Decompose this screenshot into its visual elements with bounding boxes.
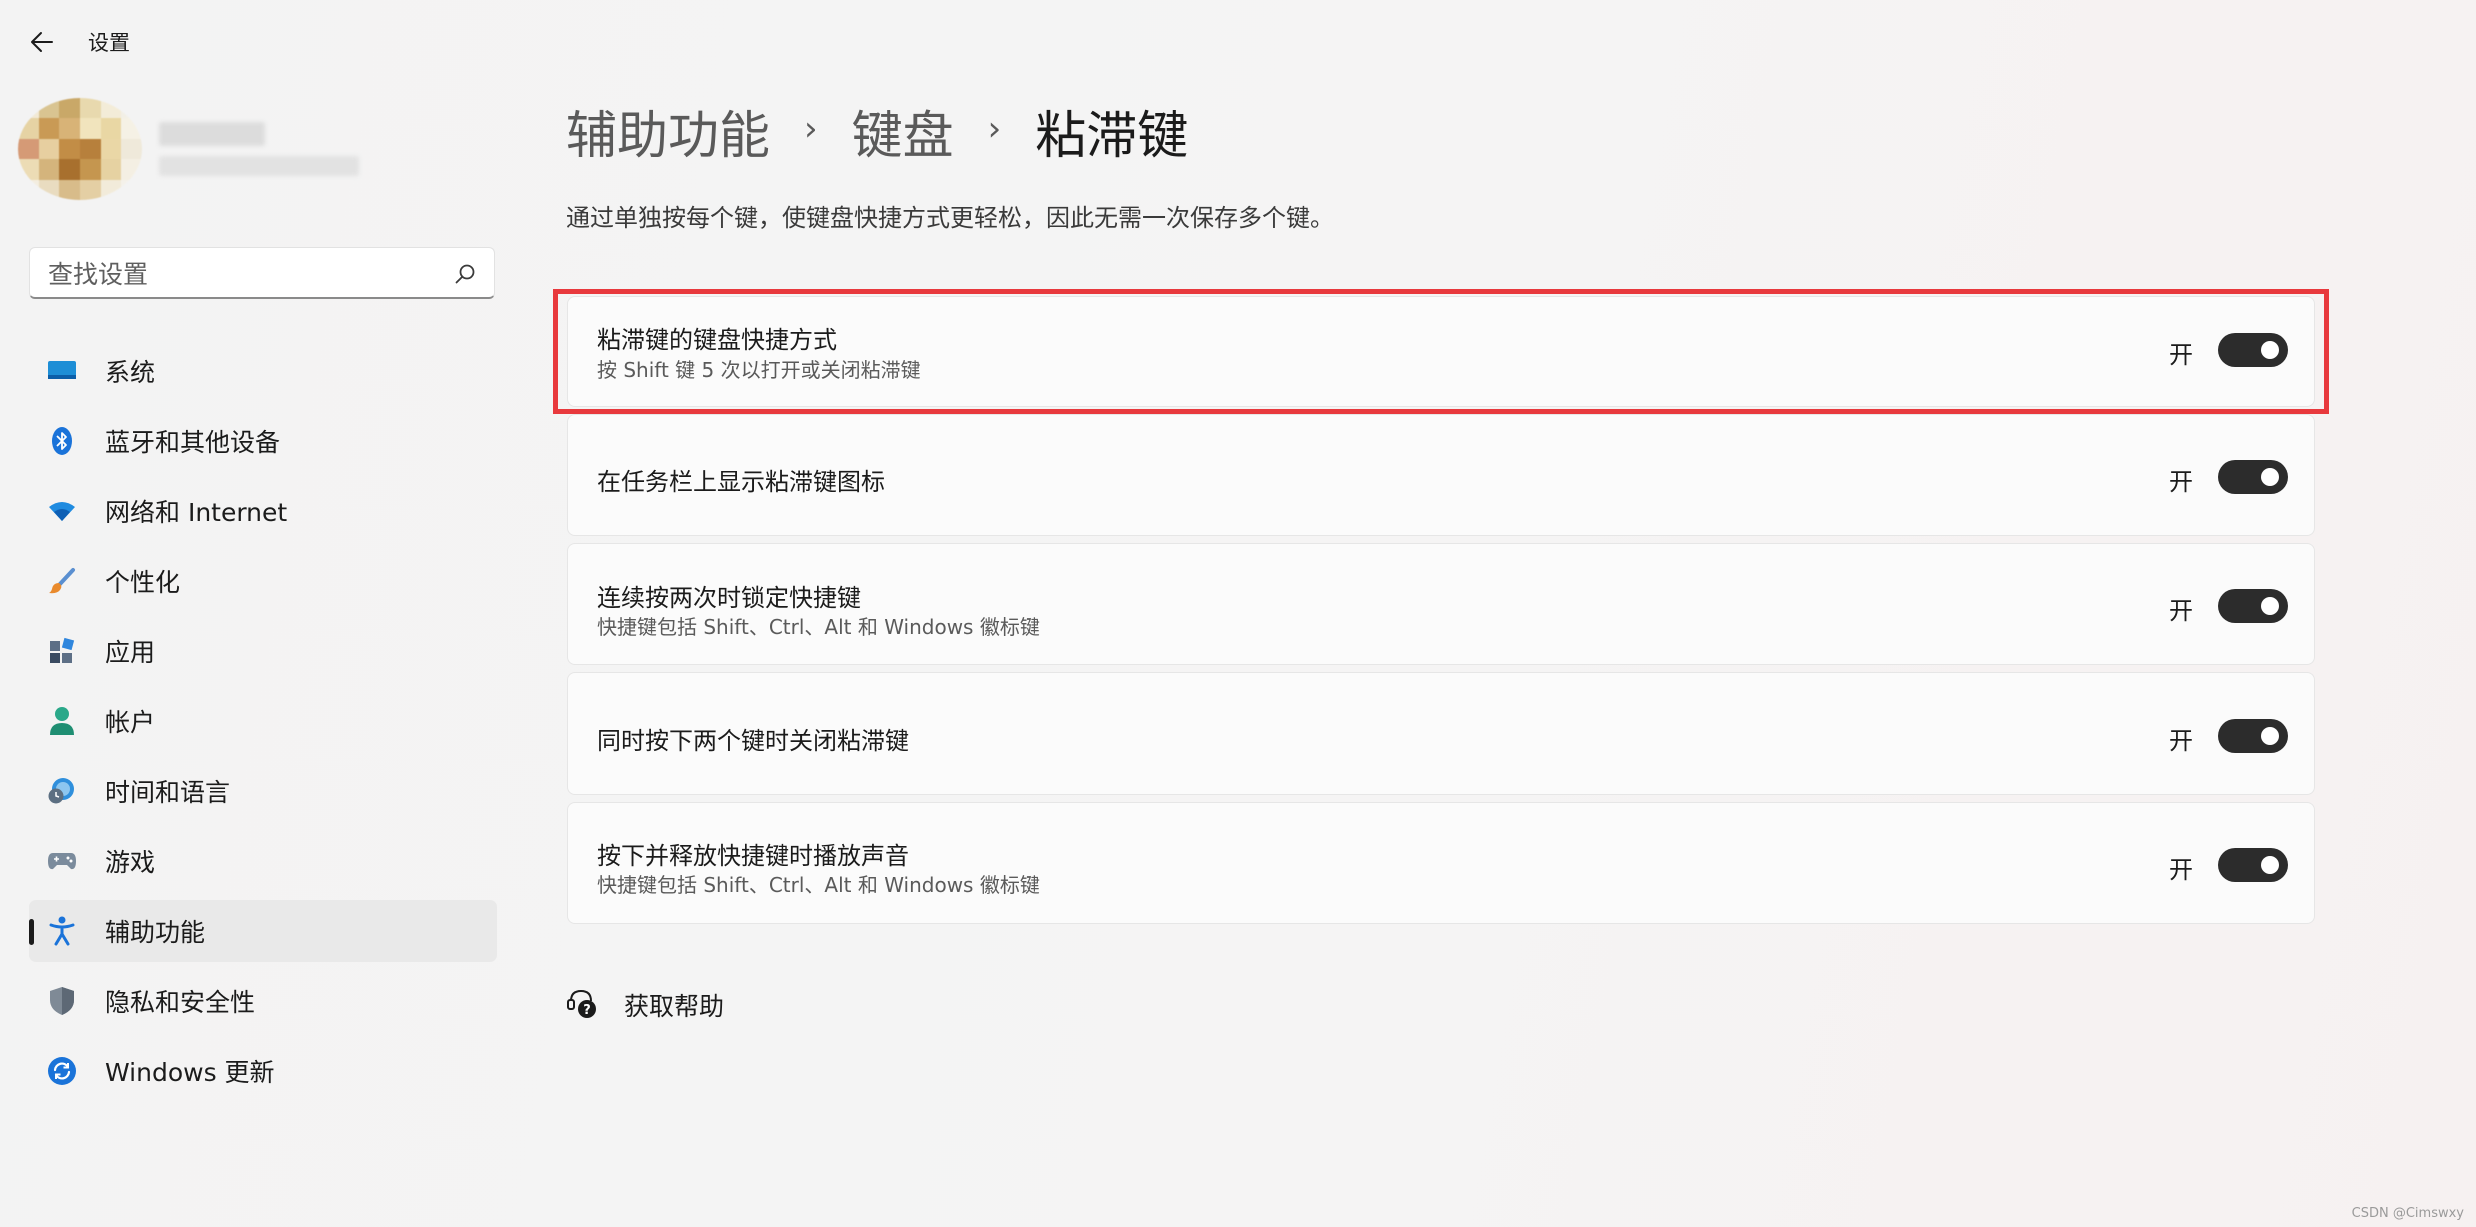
sidebar-item-label: 应用 bbox=[105, 638, 156, 667]
system-icon bbox=[47, 356, 77, 386]
sidebar-item-windows-update[interactable]: Windows 更新 bbox=[29, 1040, 497, 1102]
watermark: CSDN @Cimswxy bbox=[2351, 1206, 2464, 1221]
toggle-state-label: 开 bbox=[2169, 856, 2193, 884]
get-help-label[interactable]: 获取帮助 bbox=[624, 987, 724, 1023]
accessibility-icon bbox=[47, 916, 77, 946]
shield-icon bbox=[47, 986, 77, 1016]
sidebar-item-label: 时间和语言 bbox=[105, 778, 231, 807]
help-icon: ? bbox=[567, 989, 596, 1018]
toggle-state-label: 开 bbox=[2169, 597, 2193, 625]
breadcrumb-keyboard[interactable]: 键盘 bbox=[852, 94, 954, 168]
sidebar-item-apps[interactable]: 应用 bbox=[29, 620, 497, 682]
sidebar-item-label: 辅助功能 bbox=[105, 918, 206, 947]
back-button[interactable] bbox=[22, 22, 62, 62]
setting-title: 连续按两次时锁定快捷键 bbox=[597, 584, 861, 612]
gamepad-icon bbox=[47, 846, 77, 876]
sidebar-item-system[interactable]: 系统 bbox=[29, 340, 497, 402]
toggle-switch[interactable] bbox=[2218, 848, 2288, 882]
setting-title: 在任务栏上显示粘滞键图标 bbox=[597, 468, 885, 496]
search-icon[interactable] bbox=[454, 263, 476, 285]
sidebar-item-label: 帐户 bbox=[105, 708, 156, 737]
sidebar-item-bluetooth[interactable]: 蓝牙和其他设备 bbox=[29, 410, 497, 472]
toggle-switch[interactable] bbox=[2218, 460, 2288, 494]
avatar[interactable] bbox=[18, 98, 142, 200]
highlight-annotation-box bbox=[553, 289, 2329, 414]
svg-text:?: ? bbox=[583, 1003, 591, 1018]
setting-card-play-sound[interactable]: 按下并释放快捷键时播放声音 快捷键包括 Shift、Ctrl、Alt 和 Win… bbox=[567, 802, 2315, 924]
toggle-knob bbox=[2261, 597, 2279, 615]
sidebar-item-label: Windows 更新 bbox=[105, 1058, 275, 1087]
brush-icon bbox=[47, 566, 77, 596]
get-help-link[interactable]: ? 获取帮助 bbox=[566, 984, 724, 1024]
sidebar-item-label: 系统 bbox=[105, 358, 156, 387]
toggle-knob bbox=[2261, 727, 2279, 745]
sidebar-item-label: 蓝牙和其他设备 bbox=[105, 428, 281, 457]
sidebar-item-privacy[interactable]: 隐私和安全性 bbox=[29, 970, 497, 1032]
sidebar-item-personalization[interactable]: 个性化 bbox=[29, 550, 497, 612]
breadcrumb-separator: › bbox=[804, 109, 818, 149]
page-description: 通过单独按每个键，使键盘快捷方式更轻松，因此无需一次保存多个键。 bbox=[566, 204, 1334, 232]
sidebar-item-accounts[interactable]: 帐户 bbox=[29, 690, 497, 752]
search-box[interactable] bbox=[29, 247, 495, 299]
bluetooth-icon bbox=[47, 426, 77, 456]
back-arrow-icon bbox=[31, 32, 53, 52]
setting-title: 同时按下两个键时关闭粘滞键 bbox=[597, 727, 909, 755]
app-title: 设置 bbox=[88, 31, 130, 55]
setting-subtitle: 快捷键包括 Shift、Ctrl、Alt 和 Windows 徽标键 bbox=[597, 873, 1040, 897]
title-bar: 设置 bbox=[0, 0, 2476, 84]
sidebar-nav: 系统 蓝牙和其他设备 网络和 Internet 个性化 应用 帐户 时间和语言 … bbox=[29, 340, 497, 1110]
breadcrumb-accessibility[interactable]: 辅助功能 bbox=[566, 94, 770, 168]
toggle-state-label: 开 bbox=[2169, 468, 2193, 496]
account-icon bbox=[47, 706, 77, 736]
page-title: 粘滞键 bbox=[1035, 107, 1189, 166]
setting-card-taskbar-icon[interactable]: 在任务栏上显示粘滞键图标 开 bbox=[567, 414, 2315, 536]
toggle-switch[interactable] bbox=[2218, 589, 2288, 623]
toggle-switch[interactable] bbox=[2218, 719, 2288, 753]
globe-clock-icon bbox=[47, 776, 77, 806]
toggle-state-label: 开 bbox=[2169, 727, 2193, 755]
setting-subtitle: 快捷键包括 Shift、Ctrl、Alt 和 Windows 徽标键 bbox=[597, 615, 1040, 639]
apps-icon bbox=[47, 636, 77, 666]
sidebar-item-label: 游戏 bbox=[105, 848, 156, 877]
breadcrumb: 辅助功能 › 键盘 › 粘滞键 bbox=[566, 96, 1188, 166]
search-input[interactable] bbox=[46, 256, 450, 292]
setting-title: 按下并释放快捷键时播放声音 bbox=[597, 842, 909, 870]
toggle-knob bbox=[2261, 856, 2279, 874]
wifi-icon bbox=[47, 496, 77, 526]
profile-name-blurred bbox=[155, 118, 359, 178]
sidebar-item-accessibility[interactable]: 辅助功能 bbox=[29, 900, 497, 962]
sidebar-item-network[interactable]: 网络和 Internet bbox=[29, 480, 497, 542]
breadcrumb-separator: › bbox=[987, 109, 1002, 149]
toggle-knob bbox=[2261, 468, 2279, 486]
sidebar-item-label: 隐私和安全性 bbox=[105, 988, 256, 1017]
setting-card-lock-shortcut[interactable]: 连续按两次时锁定快捷键 快捷键包括 Shift、Ctrl、Alt 和 Windo… bbox=[567, 543, 2315, 665]
sidebar-item-gaming[interactable]: 游戏 bbox=[29, 830, 497, 892]
update-icon bbox=[47, 1056, 77, 1086]
sidebar-item-label: 网络和 Internet bbox=[105, 498, 288, 527]
sidebar-item-label: 个性化 bbox=[105, 568, 181, 597]
sidebar-item-time-language[interactable]: 时间和语言 bbox=[29, 760, 497, 822]
setting-card-turn-off-two-keys[interactable]: 同时按下两个键时关闭粘滞键 开 bbox=[567, 672, 2315, 795]
